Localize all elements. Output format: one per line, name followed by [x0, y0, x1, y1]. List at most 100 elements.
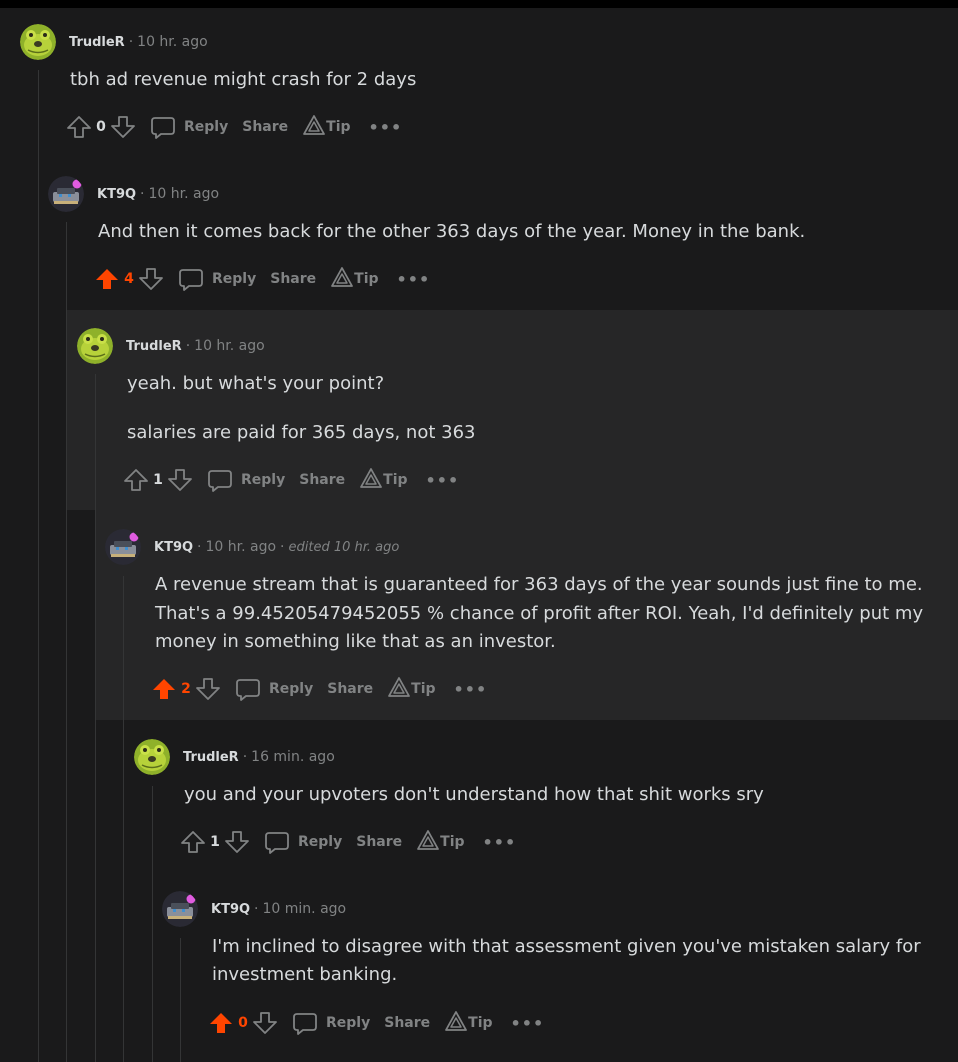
reply-label: Reply: [241, 472, 286, 488]
comment-meta: TrudleR · 10 hr. ago: [69, 32, 208, 52]
timestamp[interactable]: 10 hr. ago: [137, 34, 208, 50]
downvote-icon[interactable]: [138, 266, 164, 292]
comment-meta: KT9Q · 10 hr. ago: [97, 184, 219, 204]
thread-line[interactable]: [66, 222, 67, 1062]
comment-actions: 0 Reply Share Tip •••: [208, 1008, 544, 1038]
author-name[interactable]: KT9Q: [211, 902, 250, 917]
tip-label: Tip: [411, 681, 436, 697]
comment-text: salaries are paid for 365 days, not 363: [127, 422, 476, 443]
tip-label: Tip: [440, 834, 465, 850]
downvote-icon[interactable]: [167, 467, 193, 493]
separator-dot: ·: [242, 749, 248, 765]
reply-button[interactable]: Reply: [235, 676, 313, 702]
upvote-icon[interactable]: [208, 1010, 234, 1036]
reply-button[interactable]: Reply: [150, 114, 228, 140]
tip-button[interactable]: Tip: [387, 676, 436, 702]
vote-score: 2: [181, 681, 191, 697]
comment-bubble-icon: [235, 676, 261, 702]
vote-score: 0: [238, 1015, 248, 1031]
author-name[interactable]: KT9Q: [154, 540, 193, 555]
more-options-icon[interactable]: •••: [511, 1014, 545, 1033]
more-options-icon[interactable]: •••: [369, 118, 403, 137]
downvote-icon[interactable]: [110, 114, 136, 140]
downvote-icon[interactable]: [224, 829, 250, 855]
comment-text: A revenue stream that is guaranteed for …: [155, 574, 923, 595]
tip-button[interactable]: Tip: [330, 266, 379, 292]
comment-actions: 2 Reply Share Tip •••: [151, 674, 487, 704]
robot-avatar[interactable]: [105, 529, 141, 565]
comment-text: That's a 99.45205479452055 % chance of p…: [155, 603, 924, 624]
comment-actions: 1 Reply Share Tip •••: [123, 465, 459, 495]
tip-button[interactable]: Tip: [444, 1010, 493, 1036]
tip-label: Tip: [468, 1015, 493, 1031]
reply-label: Reply: [298, 834, 343, 850]
upvote-icon[interactable]: [94, 266, 120, 292]
comment-bubble-icon: [207, 467, 233, 493]
upvote-icon[interactable]: [180, 829, 206, 855]
frog-avatar[interactable]: [20, 24, 56, 60]
comment-text: money in something like that as an inves…: [155, 631, 556, 652]
reply-label: Reply: [326, 1015, 371, 1031]
reply-label: Reply: [184, 119, 229, 135]
tip-label: Tip: [326, 119, 351, 135]
reply-button[interactable]: Reply: [292, 1010, 370, 1036]
share-button[interactable]: Share: [356, 834, 402, 850]
downvote-icon[interactable]: [195, 676, 221, 702]
robot-avatar[interactable]: [48, 176, 84, 212]
share-button[interactable]: Share: [242, 119, 288, 135]
reply-button[interactable]: Reply: [207, 467, 285, 493]
reply-button[interactable]: Reply: [178, 266, 256, 292]
reply-button[interactable]: Reply: [264, 829, 342, 855]
tip-label: Tip: [383, 472, 408, 488]
more-options-icon[interactable]: •••: [426, 471, 460, 490]
tip-button[interactable]: Tip: [359, 467, 408, 493]
separator-dot: ·: [128, 34, 134, 50]
comment-meta: KT9Q · 10 min. ago: [211, 899, 346, 919]
share-button[interactable]: Share: [270, 271, 316, 287]
tip-button[interactable]: Tip: [302, 114, 351, 140]
comment-text: tbh ad revenue might crash for 2 days: [70, 69, 417, 90]
timestamp[interactable]: 10 hr. ago: [206, 539, 277, 555]
more-options-icon[interactable]: •••: [454, 680, 488, 699]
share-button[interactable]: Share: [327, 681, 373, 697]
upvote-icon[interactable]: [66, 114, 92, 140]
more-options-icon[interactable]: •••: [397, 270, 431, 289]
separator-dot: ·: [185, 338, 191, 354]
reply-label: Reply: [212, 271, 257, 287]
upvote-icon[interactable]: [151, 676, 177, 702]
tip-icon: [416, 829, 440, 855]
share-button[interactable]: Share: [299, 472, 345, 488]
thread-line[interactable]: [123, 576, 124, 1062]
author-name[interactable]: TrudleR: [183, 750, 239, 765]
comment-text: you and your upvoters don't understand h…: [184, 784, 764, 805]
comment-bubble-icon: [264, 829, 290, 855]
tip-button[interactable]: Tip: [416, 829, 465, 855]
frog-avatar[interactable]: [77, 328, 113, 364]
comment-actions: 1 Reply Share Tip •••: [180, 827, 516, 857]
thread-line[interactable]: [38, 70, 39, 1062]
upvote-icon[interactable]: [123, 467, 149, 493]
comment-bubble-icon: [178, 266, 204, 292]
timestamp[interactable]: 10 hr. ago: [194, 338, 265, 354]
separator-dot: ·: [280, 539, 285, 555]
vote-score: 1: [153, 472, 163, 488]
comment-text: yeah. but what's your point?: [127, 373, 385, 394]
share-button[interactable]: Share: [384, 1015, 430, 1031]
timestamp[interactable]: 10 hr. ago: [149, 186, 220, 202]
frog-avatar[interactable]: [134, 739, 170, 775]
timestamp[interactable]: 16 min. ago: [251, 749, 335, 765]
timestamp[interactable]: 10 min. ago: [263, 901, 347, 917]
author-name[interactable]: TrudleR: [126, 339, 182, 354]
reply-label: Reply: [269, 681, 314, 697]
comment-text: investment banking.: [212, 964, 398, 985]
author-name[interactable]: KT9Q: [97, 187, 136, 202]
thread-line[interactable]: [95, 374, 96, 1062]
thread-line[interactable]: [152, 786, 153, 1062]
separator-dot: ·: [140, 186, 145, 202]
robot-avatar[interactable]: [162, 891, 198, 927]
more-options-icon[interactable]: •••: [483, 833, 517, 852]
downvote-icon[interactable]: [252, 1010, 278, 1036]
tip-icon: [330, 266, 354, 292]
thread-line[interactable]: [180, 938, 181, 1062]
author-name[interactable]: TrudleR: [69, 35, 125, 50]
